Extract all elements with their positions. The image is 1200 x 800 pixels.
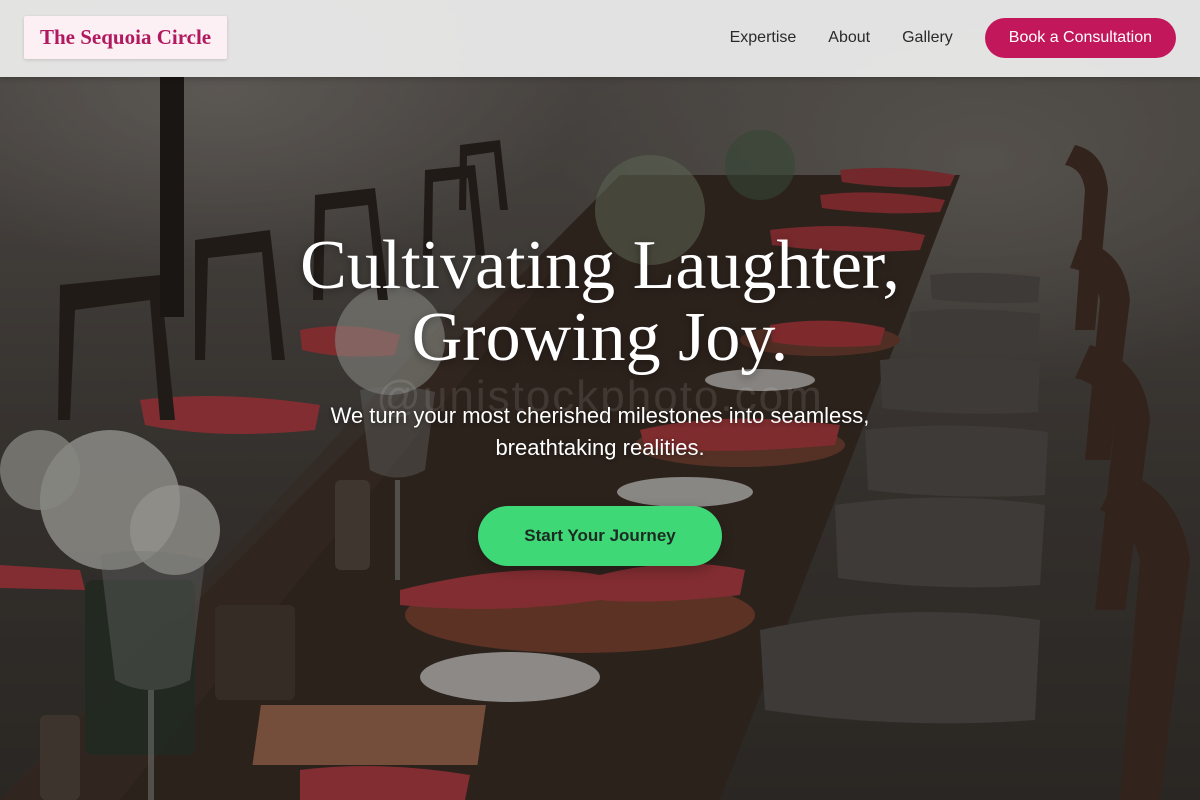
hero-title: Cultivating Laughter, Growing Joy. bbox=[220, 230, 980, 374]
nav-link-gallery[interactable]: Gallery bbox=[902, 29, 953, 47]
hero-subtitle: We turn your most cherished milestones i… bbox=[270, 400, 930, 464]
book-consultation-button[interactable]: Book a Consultation bbox=[984, 18, 1176, 58]
hero-subtitle-line-2: breathtaking realities. bbox=[495, 435, 705, 460]
hero-title-line-1: Cultivating Laughter, bbox=[300, 227, 900, 304]
brand-logo[interactable]: The Sequoia Circle bbox=[24, 16, 228, 59]
nav-link-about[interactable]: About bbox=[828, 29, 870, 47]
hero-subtitle-line-1: We turn your most cherished milestones i… bbox=[330, 403, 870, 428]
nav-menu: Expertise About Gallery Book a Consultat… bbox=[730, 18, 1176, 58]
start-journey-button[interactable]: Start Your Journey bbox=[478, 506, 722, 566]
hero-section: Cultivating Laughter, Growing Joy. We tu… bbox=[0, 230, 1200, 566]
nav-link-expertise[interactable]: Expertise bbox=[730, 29, 797, 47]
top-navbar: The Sequoia Circle Expertise About Galle… bbox=[0, 0, 1200, 77]
hero-title-line-2: Growing Joy. bbox=[411, 299, 789, 376]
